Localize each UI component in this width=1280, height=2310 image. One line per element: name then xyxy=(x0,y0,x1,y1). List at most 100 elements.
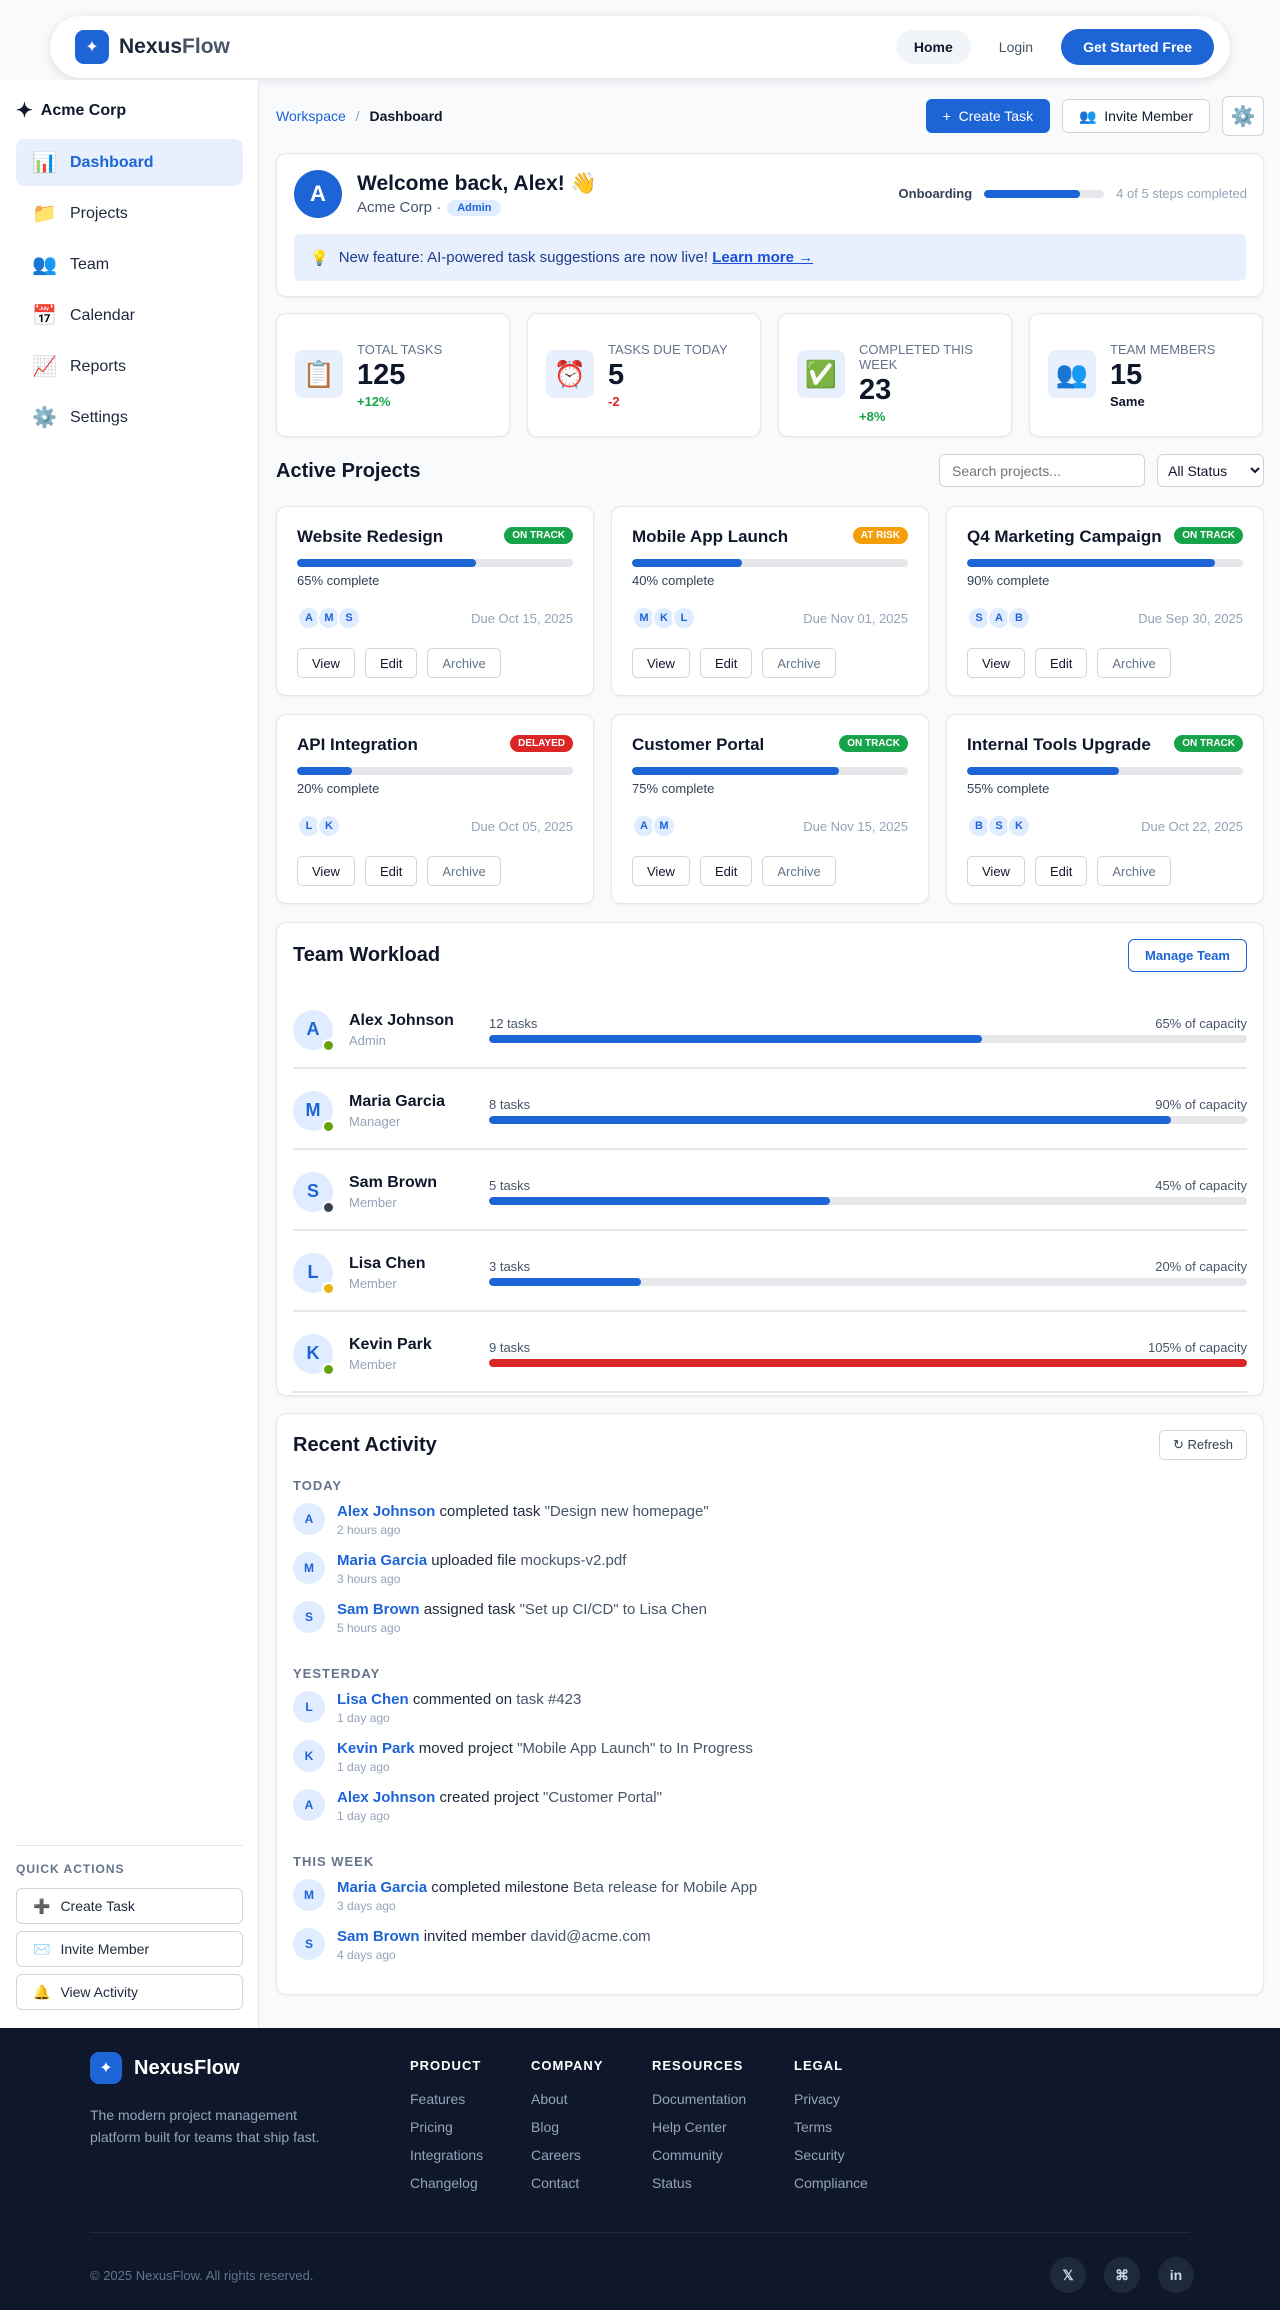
footer-link[interactable]: Documentation xyxy=(652,2091,746,2107)
org-switcher[interactable]: ✦ Acme Corp xyxy=(16,98,126,123)
quick-action-view-activity[interactable]: 🔔 View Activity xyxy=(16,1974,243,2010)
activity-group-title: THIS WEEK xyxy=(293,1854,375,1869)
linkedin-icon[interactable]: in xyxy=(1158,2257,1194,2293)
avatar[interactable]: K xyxy=(293,1333,335,1376)
project-card: Mobile App Launch AT RISK 40% complete M K L D… xyxy=(611,506,929,696)
avatar[interactable]: L xyxy=(293,1252,335,1295)
view-button[interactable]: View xyxy=(632,856,690,886)
avatar[interactable]: S xyxy=(293,1601,325,1633)
refresh-button[interactable]: ↻ Refresh xyxy=(1158,1430,1247,1460)
avatar[interactable]: A xyxy=(293,1009,335,1052)
footer-link[interactable]: Terms xyxy=(794,2119,868,2135)
view-button[interactable]: View xyxy=(967,856,1025,886)
avatar[interactable]: A xyxy=(294,170,342,218)
view-button[interactable]: View xyxy=(967,648,1025,678)
status-filter-select[interactable]: All Status xyxy=(1157,454,1264,487)
github-icon[interactable]: ⌘ xyxy=(1104,2257,1140,2293)
nav-login-button[interactable]: Login xyxy=(981,30,1051,64)
sidebar-item-projects[interactable]: 📁 Projects xyxy=(16,190,243,237)
view-button[interactable]: View xyxy=(632,648,690,678)
activity-text: Alex Johnson created project "Customer P… xyxy=(337,1789,662,1806)
activity-user-link[interactable]: Sam Brown xyxy=(337,1928,420,1945)
activity-user-link[interactable]: Alex Johnson xyxy=(337,1503,435,1520)
search-projects-input[interactable] xyxy=(939,454,1145,487)
avatar[interactable]: K xyxy=(293,1740,325,1772)
sidebar-item-team[interactable]: 👥 Team xyxy=(16,241,243,288)
edit-button[interactable]: Edit xyxy=(364,648,418,678)
edit-button[interactable]: Edit xyxy=(699,648,753,678)
sidebar-item-label: Reports xyxy=(70,357,127,375)
footer-link[interactable]: Features xyxy=(410,2091,483,2107)
stat-card: 👥 Team Members 15 Same xyxy=(1029,313,1263,437)
footer-link[interactable]: Privacy xyxy=(794,2091,868,2107)
avatar[interactable]: S xyxy=(293,1171,335,1214)
footer-link[interactable]: Security xyxy=(794,2147,868,2163)
avatar[interactable]: M xyxy=(293,1090,335,1133)
archive-button[interactable]: Archive xyxy=(1097,856,1171,886)
footer-link[interactable]: Help Center xyxy=(652,2119,746,2135)
footer-link[interactable]: Integrations xyxy=(410,2147,483,2163)
archive-button[interactable]: Archive xyxy=(1097,648,1171,678)
footer-link[interactable]: Careers xyxy=(531,2147,603,2163)
edit-button[interactable]: Edit xyxy=(1034,856,1088,886)
avatar[interactable]: L xyxy=(293,1691,325,1723)
archive-button[interactable]: Archive xyxy=(762,648,836,678)
edit-button[interactable]: Edit xyxy=(699,856,753,886)
activity-user-link[interactable]: Kevin Park xyxy=(337,1740,415,1757)
avatar[interactable]: A xyxy=(293,1503,325,1535)
manage-team-button[interactable]: Manage Team xyxy=(1127,939,1247,972)
footer-link[interactable]: Contact xyxy=(531,2175,603,2191)
breadcrumb-workspace[interactable]: Workspace xyxy=(276,108,346,124)
avatar[interactable]: S xyxy=(337,606,361,630)
view-button[interactable]: View xyxy=(297,648,355,678)
footer-link[interactable]: Changelog xyxy=(410,2175,483,2191)
footer-link[interactable]: Blog xyxy=(531,2119,603,2135)
quick-actions-title: QUICK ACTIONS xyxy=(16,1862,125,1876)
sidebar-item-reports[interactable]: 📈 Reports xyxy=(16,343,243,390)
footer-link[interactable]: Status xyxy=(652,2175,746,2191)
footer-logo[interactable]: ✦ NexusFlow xyxy=(90,2052,340,2084)
edit-button[interactable]: Edit xyxy=(364,856,418,886)
footer: ✦ NexusFlow The modern project managemen… xyxy=(0,2028,1280,2310)
invite-member-button[interactable]: 👥 Invite Member xyxy=(1062,99,1210,133)
get-started-button[interactable]: Get Started Free xyxy=(1061,29,1214,65)
archive-button[interactable]: Archive xyxy=(762,856,836,886)
footer-link[interactable]: Community xyxy=(652,2147,746,2163)
create-task-button[interactable]: + Create Task xyxy=(925,99,1051,133)
quick-action-invite-member[interactable]: ✉️ Invite Member xyxy=(16,1931,243,1967)
project-progress-text: 75% complete xyxy=(632,781,715,796)
footer-link[interactable]: Compliance xyxy=(794,2175,868,2191)
avatar-initial: L xyxy=(307,1262,319,1282)
learn-more-link[interactable]: Learn more → xyxy=(712,249,813,266)
sidebar-item-settings[interactable]: ⚙️ Settings xyxy=(16,394,243,441)
avatar[interactable]: B xyxy=(1007,606,1031,630)
activity-user-link[interactable]: Maria Garcia xyxy=(337,1552,427,1569)
avatar[interactable]: M xyxy=(293,1552,325,1584)
avatar[interactable]: L xyxy=(672,606,696,630)
view-button[interactable]: View xyxy=(297,856,355,886)
avatar[interactable]: K xyxy=(317,814,341,838)
dashboard-icon: 📊 xyxy=(32,152,57,174)
activity-user-link[interactable]: Maria Garcia xyxy=(337,1879,427,1896)
avatar[interactable]: M xyxy=(293,1879,325,1911)
activity-user-link[interactable]: Sam Brown xyxy=(337,1601,420,1618)
footer-link[interactable]: About xyxy=(531,2091,603,2107)
brand-logo[interactable]: ✦ NexusFlow xyxy=(75,30,230,64)
sidebar-item-dashboard[interactable]: 📊 Dashboard xyxy=(16,139,243,186)
avatar[interactable]: S xyxy=(293,1928,325,1960)
avatar[interactable]: K xyxy=(1007,814,1031,838)
project-progress-bar xyxy=(632,767,908,775)
activity-user-link[interactable]: Alex Johnson xyxy=(337,1789,435,1806)
activity-user-link[interactable]: Lisa Chen xyxy=(337,1691,409,1708)
gear-icon[interactable]: ⚙️ xyxy=(1222,96,1264,136)
x-icon[interactable]: 𝕏 xyxy=(1050,2257,1086,2293)
quick-action-create-task[interactable]: ➕ Create Task xyxy=(16,1888,243,1924)
edit-button[interactable]: Edit xyxy=(1034,648,1088,678)
avatar[interactable]: A xyxy=(293,1789,325,1821)
archive-button[interactable]: Archive xyxy=(427,648,501,678)
nav-home-button[interactable]: Home xyxy=(895,30,971,64)
footer-link[interactable]: Pricing xyxy=(410,2119,483,2135)
sidebar-item-calendar[interactable]: 📅 Calendar xyxy=(16,292,243,339)
avatar[interactable]: M xyxy=(652,814,676,838)
archive-button[interactable]: Archive xyxy=(427,856,501,886)
